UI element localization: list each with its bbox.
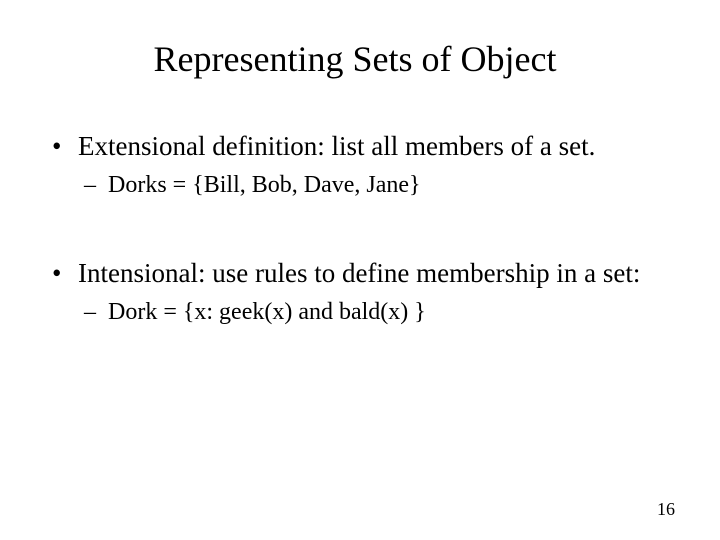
slide-title: Representing Sets of Object — [40, 38, 670, 80]
bullet-list: Extensional definition: list all members… — [40, 130, 670, 201]
sub-item-2: Dork = {x: geek(x) and bald(x) } — [78, 297, 670, 328]
sub-item-1: Dorks = {Bill, Bob, Dave, Jane} — [78, 170, 670, 201]
bullet-item-2: Intensional: use rules to define members… — [50, 257, 670, 328]
bullet-text-1: Extensional definition: list all members… — [78, 131, 595, 161]
slide-container: Representing Sets of Object Extensional … — [0, 0, 720, 540]
sub-list-2: Dork = {x: geek(x) and bald(x) } — [78, 297, 670, 328]
bullet-item-1: Extensional definition: list all members… — [50, 130, 670, 201]
sub-list-1: Dorks = {Bill, Bob, Dave, Jane} — [78, 170, 670, 201]
bullet-list-2: Intensional: use rules to define members… — [40, 257, 670, 328]
spacer — [40, 209, 670, 257]
sub-text-2: Dork = {x: geek(x) and bald(x) } — [108, 299, 426, 325]
bullet-text-2: Intensional: use rules to define members… — [78, 258, 640, 288]
sub-text-1: Dorks = {Bill, Bob, Dave, Jane} — [108, 172, 421, 198]
page-number: 16 — [657, 499, 675, 520]
